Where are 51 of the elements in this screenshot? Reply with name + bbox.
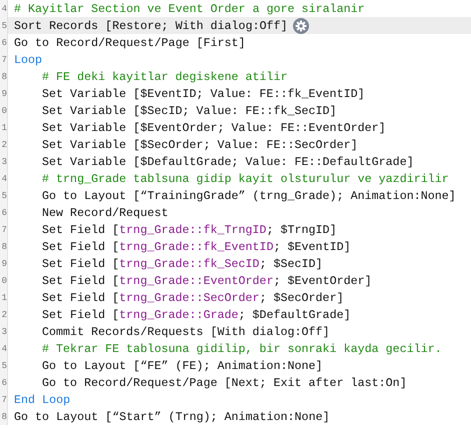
line-number: 2 [0, 306, 8, 323]
script-step: Set Variable [$EventOrder; Value: FE::EventOrder] [42, 120, 386, 134]
line-number: 6 [0, 34, 8, 51]
script-step: Set Field [trng_Grade::SecOrder; $SecOrder] [42, 290, 344, 304]
control-step: End Loop [14, 392, 70, 406]
script-comment: # Kayitlar Section ve Event Order a gore siralanir [14, 2, 365, 16]
script-comment: # Tekrar FE tablosuna gidilip, bir sonraki kayda gecilir. [42, 342, 442, 356]
script-step: Commit Records/Requests [With dialog:Off] [42, 324, 330, 338]
line-number: 1 [0, 119, 8, 136]
line-number: 4 [0, 0, 8, 17]
line-number: 5 [0, 357, 8, 374]
script-step: Set Field [trng_Grade::fk_TrngID; $TrngID] [42, 222, 337, 236]
line-number: 4 [0, 340, 8, 357]
line-number: 5 [0, 17, 8, 34]
line-number: 9 [0, 85, 8, 102]
script-step: Go to Layout [“TrainingGrade” (trng_Grade); Animation:None] [42, 188, 456, 202]
line-number: 7 [0, 221, 8, 238]
line-number: 8 [0, 68, 8, 85]
line-number: 0 [0, 272, 8, 289]
script-step: Set Variable [$EventID; Value: FE::fk_EventID] [42, 86, 365, 100]
line-number: 5 [0, 187, 8, 204]
line-number: 0 [0, 102, 8, 119]
gear-icon[interactable] [292, 18, 309, 34]
script-step: New Record/Request [42, 206, 168, 220]
script-step: Sort Records [Restore; With dialog:Off] [14, 18, 288, 32]
script-step: Go to Layout [“FE” (FE); Animation:None] [42, 358, 323, 372]
line-number: 8 [0, 408, 8, 425]
line-number: 9 [0, 255, 8, 272]
script-step: Set Field [trng_Grade::EventOrder; $EventOrder] [42, 274, 372, 288]
script-step: Set Field [trng_Grade::fk_SecID; $SecID] [42, 256, 323, 270]
script-step: Set Field [trng_Grade::Grade; $DefaultGrade] [42, 308, 351, 322]
script-step: Go to Layout [“Start” (Trng); Animation:None] [14, 410, 330, 424]
line-number: 1 [0, 289, 8, 306]
line-number: 8 [0, 238, 8, 255]
script-step: Set Variable [$SecID; Value: FE::fk_SecID] [42, 104, 337, 118]
script-step: Go to Record/Request/Page [Next; Exit after last:On] [42, 376, 407, 390]
script-step: Set Field [trng_Grade::fk_EventID; $EventID] [42, 240, 351, 254]
script-comment: # FE deki kayitlar degiskene atilir [42, 70, 288, 84]
script-step: Go to Record/Request/Page [First] [14, 36, 246, 50]
line-number: 6 [0, 374, 8, 391]
line-number: 3 [0, 153, 8, 170]
line-number: 7 [0, 391, 8, 408]
line-number: 7 [0, 51, 8, 68]
script-step: Set Variable [$SecOrder; Value: FE::SecOrder] [42, 138, 358, 152]
control-step: Loop [14, 52, 42, 66]
line-number: 2 [0, 136, 8, 153]
line-number: 4 [0, 170, 8, 187]
line-number: 6 [0, 204, 8, 221]
line-number: 3 [0, 323, 8, 340]
script-comment: # trng_Grade tablsuna gidip kayit olsturulur ve yazdirilir [42, 172, 449, 186]
script-step: Set Variable [$DefaultGrade; Value: FE::DefaultGrade] [42, 154, 414, 168]
